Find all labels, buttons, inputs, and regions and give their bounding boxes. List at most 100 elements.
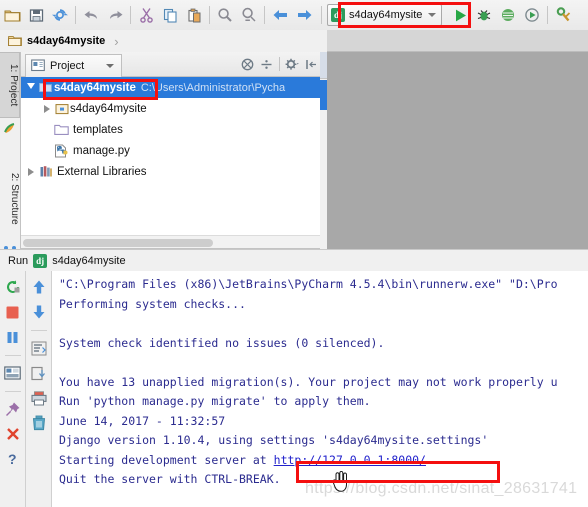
find-icon[interactable] [213, 3, 237, 27]
libraries-icon [37, 165, 54, 178]
run-window-body: ? "C:\Program Files (x86)\JetBrains\PyCh… [0, 271, 588, 507]
scroll-up-icon[interactable] [28, 276, 50, 298]
run-coverage-icon[interactable] [496, 3, 520, 27]
tree-row-external-libraries[interactable]: External Libraries [21, 161, 325, 182]
back-arrow-icon[interactable] [268, 3, 292, 27]
undo-icon[interactable] [79, 3, 103, 27]
main-toolbar: dj s4day64mysite [0, 0, 588, 31]
django-config-icon: dj [33, 253, 48, 268]
tree-row-manage-py[interactable]: manage.py [21, 140, 325, 161]
copy-icon[interactable] [158, 3, 182, 27]
toolbar-undo-group [79, 3, 127, 27]
toolbar-divider-5 [321, 6, 322, 24]
settings-wrench-icon[interactable] [551, 3, 575, 27]
scrollbar-thumb[interactable] [23, 239, 213, 247]
soft-wrap-icon[interactable] [28, 337, 50, 359]
run-icon[interactable] [448, 3, 472, 27]
toolbar-divider [75, 6, 76, 24]
run-toolbar-primary: ? [0, 271, 26, 507]
stop-icon[interactable] [2, 301, 24, 323]
forward-arrow-icon[interactable] [292, 3, 316, 27]
hide-panel-icon[interactable] [302, 55, 321, 73]
breadcrumb-separator: › [114, 33, 119, 49]
synchronize-icon[interactable] [48, 3, 72, 27]
tab-project[interactable]: Project [25, 53, 123, 77]
run-window-title: Run [8, 254, 29, 267]
tab-project-label: Project [50, 59, 85, 72]
scroll-to-end-icon[interactable] [28, 362, 50, 384]
chevron-down-icon[interactable] [428, 13, 437, 17]
django-config-icon: dj [331, 8, 345, 22]
project-horizontal-scrollbar[interactable] [21, 235, 325, 248]
console-line: "C:\Program Files (x86)\JetBrains\PyChar… [59, 277, 558, 291]
run-toolbar-divider-2 [4, 391, 21, 392]
folder-icon [53, 124, 70, 136]
tree-row-project-root[interactable]: s4day64mysite C:\Users\Administrator\Pyc… [21, 77, 325, 98]
sidebar-item-project-label: 1: Project [8, 63, 19, 107]
toolbar-divider-2 [130, 6, 131, 24]
pause-icon[interactable] [2, 326, 24, 348]
rerun-icon[interactable] [2, 276, 24, 298]
scroll-down-icon[interactable] [28, 301, 50, 323]
run-console-output[interactable]: "C:\Program Files (x86)\JetBrains\PyChar… [52, 271, 588, 507]
run-toolbar-secondary [26, 271, 52, 507]
cut-icon[interactable] [134, 3, 158, 27]
toolbar-nav-group [268, 3, 316, 27]
editor-tab-area [327, 30, 588, 52]
profile-icon[interactable] [520, 3, 544, 27]
print-icon[interactable] [28, 387, 50, 409]
run-tool-window: Run dj s4day64mysite ? "C:\Program Files… [0, 249, 588, 507]
tree-label: manage.py [73, 144, 130, 157]
editor-empty-area[interactable] [327, 52, 588, 249]
show-console-icon[interactable] [2, 362, 24, 384]
debug-icon[interactable] [472, 3, 496, 27]
replace-icon[interactable] [237, 3, 261, 27]
server-url-link[interactable]: http://127.0.0.1:8000/ [274, 453, 426, 467]
tree-label: s4day64mysite [70, 102, 147, 115]
save-all-icon[interactable] [24, 3, 48, 27]
project-view-icon [31, 59, 45, 72]
run-configuration-selector[interactable]: dj s4day64mysite [327, 4, 443, 26]
tree-row-package[interactable]: s4day64mysite [21, 98, 325, 119]
right-gutter-selection-marker [320, 80, 327, 110]
help-icon[interactable]: ? [2, 448, 24, 470]
expand-arrow-icon[interactable] [24, 167, 37, 176]
tree-row-templates[interactable]: templates [21, 119, 325, 140]
right-gutter-top [320, 52, 327, 79]
tools-divider [279, 57, 280, 71]
sidebar-item-structure[interactable]: 2: Structure [0, 158, 20, 240]
svg-text:?: ? [8, 451, 17, 467]
settings-gear-icon[interactable] [283, 55, 302, 73]
console-line: You have 13 unapplied migration(s). Your… [59, 374, 558, 389]
console-line-with-link: Starting development server at http://12… [59, 451, 588, 471]
tree-label: External Libraries [57, 165, 147, 178]
console-line: Run 'python manage.py migrate' to apply … [59, 394, 371, 408]
project-tree[interactable]: s4day64mysite C:\Users\Administrator\Pyc… [21, 77, 325, 227]
redo-icon[interactable] [103, 3, 127, 27]
sidebar-item-project[interactable]: 1: Project [0, 52, 20, 118]
project-root-icon [37, 82, 54, 93]
breadcrumb-item-project[interactable]: s4day64mysite › [0, 34, 119, 49]
pin-tab-icon[interactable] [2, 398, 24, 420]
run-window-header: Run dj s4day64mysite [0, 249, 588, 272]
run-toolbar2-divider [30, 330, 47, 331]
expand-all-icon[interactable] [257, 55, 276, 73]
toolbar-divider-3 [209, 6, 210, 24]
paste-icon[interactable] [182, 3, 206, 27]
open-folder-icon[interactable] [0, 3, 24, 27]
chevron-down-icon[interactable] [106, 63, 115, 68]
console-line: Django version 1.10.4, using settings 's… [59, 433, 489, 447]
expand-arrow-icon[interactable] [40, 104, 53, 113]
collapse-all-icon[interactable] [238, 55, 257, 73]
tree-path: C:\Users\Administrator\Pycha [140, 81, 286, 94]
expand-arrow-icon[interactable] [24, 82, 37, 93]
run-toolbar-divider [4, 355, 21, 356]
clear-all-icon[interactable] [28, 412, 50, 434]
close-icon[interactable] [2, 423, 24, 445]
left-tool-stripe: 1: Project 2: Structure [0, 52, 21, 269]
pycharm-window: dj s4day64mysite s4day64mysite › 1: Proj… [0, 0, 588, 507]
console-line: System check identified no issues (0 sil… [59, 335, 385, 350]
sidebar-item-structure-label: 2: Structure [9, 173, 20, 225]
